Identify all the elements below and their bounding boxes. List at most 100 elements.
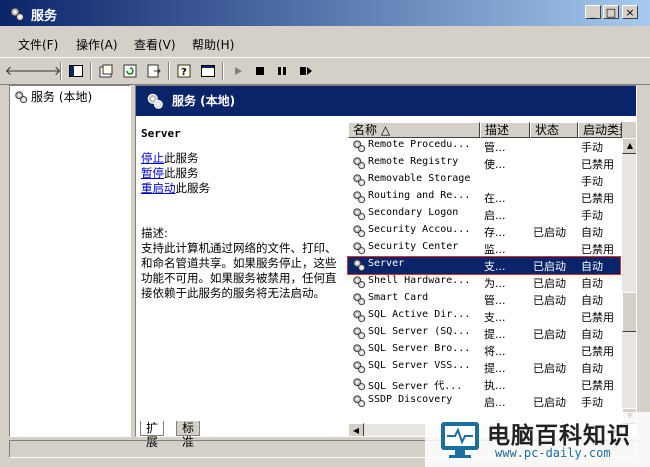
- pause-service-link[interactable]: 暂停: [141, 166, 164, 180]
- title-bar[interactable]: 服务 _ □ ×: [0, 0, 650, 26]
- restart-link-line: 重启动此服务: [141, 181, 341, 196]
- service-row[interactable]: SQL Server 代... 执... 已禁用: [348, 376, 620, 393]
- menu-help[interactable]: 帮助(H): [192, 36, 234, 53]
- service-row[interactable]: Smart Card 管... 已启动 自动: [348, 291, 620, 308]
- close-button[interactable]: ×: [622, 5, 638, 19]
- service-row[interactable]: SQL Server VSS... 提... 已启动 自动: [348, 359, 620, 376]
- service-status: 已启动: [533, 362, 566, 375]
- service-gear-icon: [352, 394, 366, 411]
- toolbar-separator: [168, 62, 170, 80]
- menu-file[interactable]: 文件(F): [18, 36, 58, 53]
- services-window: 服务 _ □ × 文件(F) 操作(A) 查看(V) 帮助(H) 🡐 🡒 ? 服…: [0, 0, 650, 467]
- detail-service-name: Server: [141, 127, 181, 140]
- service-name: Remote Registry: [368, 156, 459, 167]
- service-startup-type: 手动: [581, 141, 603, 154]
- service-gear-icon: [352, 360, 366, 377]
- column-description[interactable]: 描述: [480, 122, 530, 138]
- service-gear-icon: [352, 224, 366, 241]
- service-row[interactable]: Secondary Logon 启... 手动: [348, 206, 620, 223]
- properties-icon[interactable]: [96, 61, 116, 81]
- service-gear-icon: [352, 275, 366, 292]
- restart-service-link[interactable]: 重启动: [141, 181, 176, 195]
- tab-extended[interactable]: 扩展: [140, 421, 165, 449]
- console-icon[interactable]: [198, 61, 218, 81]
- service-startup-type: 手动: [581, 396, 603, 409]
- maximize-button[interactable]: □: [603, 5, 619, 19]
- service-row[interactable]: Removable Storage 手动: [348, 172, 620, 189]
- service-startup-type: 已禁用: [581, 345, 614, 358]
- show-tree-icon[interactable]: [66, 61, 86, 81]
- service-row[interactable]: Security Accou... 存... 已启动 自动: [348, 223, 620, 240]
- column-startup-type[interactable]: 启动类型: [578, 122, 622, 138]
- service-description: 将...: [484, 345, 506, 358]
- service-description: 提...: [484, 328, 506, 341]
- menu-action[interactable]: 操作(A): [76, 36, 118, 53]
- service-row[interactable]: Remote Registry 使... 已禁用: [348, 155, 620, 172]
- service-row[interactable]: Security Center 监... 已禁用: [348, 240, 620, 257]
- services-panel: 服务 (本地) Server 停止此服务 暂停此服务 重启动此服务 描述: 支持…: [135, 85, 637, 437]
- service-name: Shell Hardware...: [368, 275, 471, 286]
- service-gear-icon: [352, 309, 366, 326]
- column-status[interactable]: 状态: [530, 122, 578, 138]
- service-description: 支...: [484, 260, 506, 273]
- service-status: 已启动: [533, 328, 566, 341]
- service-name: Security Accou...: [368, 224, 471, 235]
- menu-view[interactable]: 查看(V): [134, 36, 176, 53]
- service-row[interactable]: SQL Active Dir... 支... 已禁用: [348, 308, 620, 325]
- service-status: 已启动: [533, 294, 566, 307]
- service-description: 启...: [484, 396, 506, 409]
- export-list-icon[interactable]: [144, 61, 164, 81]
- toolbar-separator: [90, 62, 92, 80]
- svg-text:?: ?: [181, 67, 187, 78]
- tab-standard[interactable]: 标准: [176, 421, 201, 449]
- column-name[interactable]: 名称 △: [348, 122, 480, 138]
- service-description: 管...: [484, 294, 506, 307]
- service-detail: Server 停止此服务 暂停此服务 重启动此服务 描述: 支持此计算机通过网络…: [141, 126, 341, 301]
- link-suffix: 此服务: [164, 166, 199, 180]
- description-text: 支持此计算机通过网络的文件、打印、和命名管道共享。如果服务停止，这些功能不可用。…: [141, 241, 337, 300]
- scroll-left-icon[interactable]: ◀: [348, 423, 364, 436]
- tree-node-label: 服务 (本地): [31, 90, 93, 104]
- window-title: 服务: [31, 9, 58, 24]
- minimize-button[interactable]: _: [585, 5, 601, 19]
- pause-link-line: 暂停此服务: [141, 166, 341, 181]
- service-startup-type: 自动: [581, 294, 603, 307]
- restart-service-icon[interactable]: [296, 61, 316, 81]
- monitor-logo-icon: [441, 422, 479, 458]
- scroll-thumb[interactable]: [622, 292, 636, 332]
- help-icon[interactable]: ?: [174, 61, 194, 81]
- forward-arrow-icon[interactable]: 🡒: [27, 61, 62, 81]
- service-description: 为...: [484, 277, 506, 290]
- toolbar-separator: [222, 62, 224, 80]
- scroll-up-icon[interactable]: ▲: [622, 138, 636, 154]
- service-name: Server: [368, 258, 405, 269]
- service-gear-icon: [352, 258, 366, 275]
- service-startup-type: 自动: [581, 277, 603, 290]
- start-service-icon[interactable]: [228, 61, 248, 81]
- service-description: 启...: [484, 209, 506, 222]
- service-startup-type: 已禁用: [581, 192, 614, 205]
- service-name: SQL Server VSS...: [368, 360, 471, 371]
- service-row[interactable]: SQL Server (SQ... 提... 已启动 自动: [348, 325, 620, 342]
- service-name: SQL Active Dir...: [368, 309, 471, 320]
- panel-title: 服务 (本地): [172, 94, 236, 108]
- service-name: SQL Server (SQ...: [368, 326, 471, 337]
- toolbar-separator: [60, 62, 62, 80]
- service-row[interactable]: SQL Server Bro... 将... 已禁用: [348, 342, 620, 359]
- tree-node-services-local[interactable]: 服务 (本地): [14, 88, 92, 105]
- service-row[interactable]: Server 支... 已启动 自动: [347, 256, 621, 275]
- service-row[interactable]: Routing and Re... 在... 已禁用: [348, 189, 620, 206]
- services-gear-icon: [10, 7, 24, 21]
- vertical-scrollbar[interactable]: ▲ ▼: [622, 138, 636, 424]
- services-gear-icon: [15, 90, 28, 103]
- service-row[interactable]: Shell Hardware... 为... 已启动 自动: [348, 274, 620, 291]
- stop-service-link[interactable]: 停止: [141, 151, 164, 165]
- pause-service-icon[interactable]: [272, 61, 292, 81]
- refresh-icon[interactable]: [120, 61, 140, 81]
- service-name: Routing and Re...: [368, 190, 471, 201]
- service-status: 已启动: [533, 396, 566, 409]
- service-row[interactable]: Remote Procedu... 管... 手动: [348, 138, 620, 155]
- service-row[interactable]: SSDP Discovery 启... 已启动 手动: [348, 393, 620, 410]
- link-suffix: 此服务: [175, 181, 211, 195]
- stop-service-icon[interactable]: [250, 61, 270, 81]
